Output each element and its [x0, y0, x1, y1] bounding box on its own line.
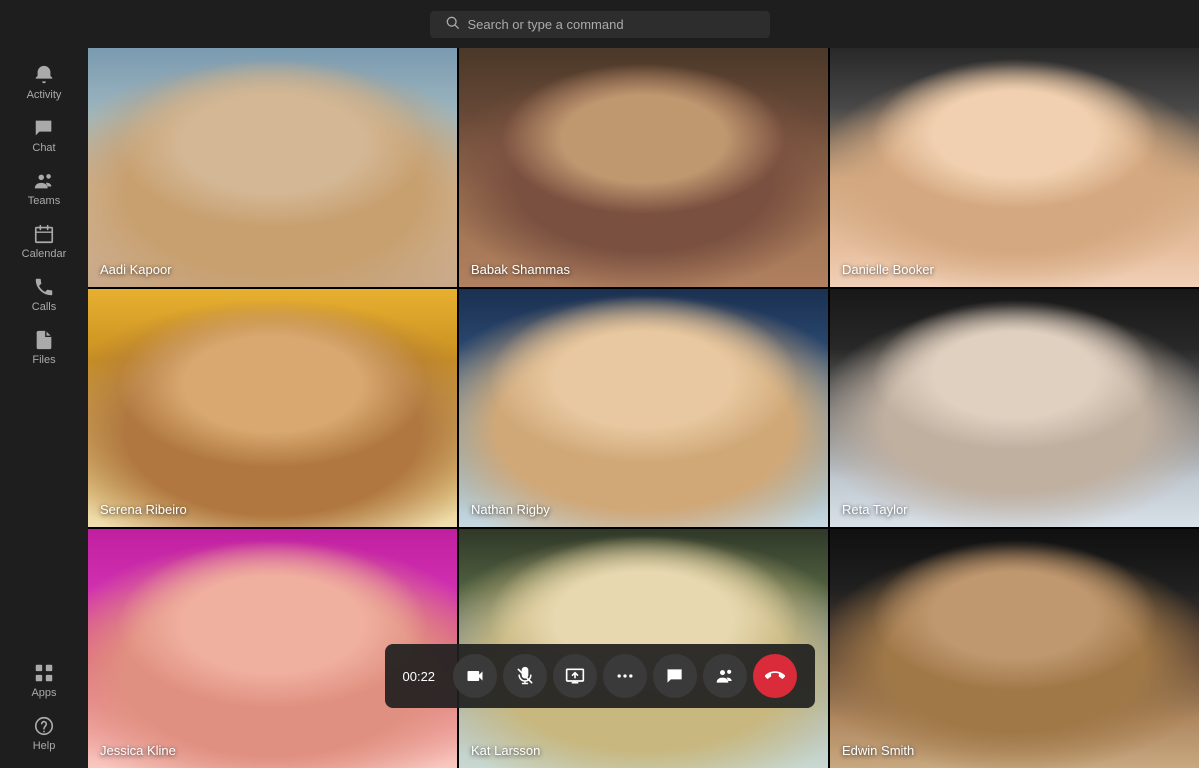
participant-name-8: Kat Larsson — [471, 743, 540, 758]
sidebar-item-teams[interactable]: Teams — [0, 162, 88, 215]
participant-photo-1 — [88, 48, 457, 287]
participant-name-5: Nathan Rigby — [471, 502, 550, 517]
more-options-icon — [615, 666, 635, 686]
video-cell-5: Nathan Rigby — [459, 289, 828, 528]
video-icon — [465, 666, 485, 686]
sidebar-label-files: Files — [32, 354, 55, 366]
sidebar-label-teams: Teams — [28, 195, 60, 207]
end-call-button[interactable] — [753, 654, 797, 698]
participant-photo-2 — [459, 48, 828, 287]
call-controls-bar: 00:22 — [385, 644, 815, 708]
sidebar-item-chat[interactable]: Chat — [0, 109, 88, 162]
meeting-chat-button[interactable] — [653, 654, 697, 698]
apps-icon — [33, 662, 55, 684]
sidebar-label-chat: Chat — [32, 142, 55, 154]
video-cell-9: Edwin Smith — [830, 529, 1199, 768]
video-cell-6: Reta Taylor — [830, 289, 1199, 528]
sidebar-item-files[interactable]: Files — [0, 321, 88, 374]
participant-name-4: Serena Ribeiro — [100, 502, 187, 517]
video-toggle-button[interactable] — [453, 654, 497, 698]
microphone-mute-icon — [515, 666, 535, 686]
teams-icon — [33, 170, 55, 192]
call-timer: 00:22 — [403, 669, 439, 684]
participant-name-2: Babak Shammas — [471, 262, 570, 277]
sidebar-item-apps[interactable]: Apps — [0, 654, 88, 707]
sidebar-item-calendar[interactable]: Calendar — [0, 215, 88, 268]
top-bar: Search or type a command — [0, 0, 1199, 48]
participants-button[interactable] — [703, 654, 747, 698]
search-icon — [446, 16, 460, 33]
video-cell-3: Danielle Booker — [830, 48, 1199, 287]
video-cell-4: Serena Ribeiro — [88, 289, 457, 528]
participant-photo-3 — [830, 48, 1199, 287]
participant-photo-4 — [88, 289, 457, 528]
sidebar-label-calls: Calls — [32, 301, 56, 313]
help-icon — [33, 715, 55, 737]
mute-button[interactable] — [503, 654, 547, 698]
search-box[interactable]: Search or type a command — [430, 11, 770, 38]
participant-name-9: Edwin Smith — [842, 743, 914, 758]
sidebar-label-help: Help — [33, 740, 56, 752]
sidebar-label-apps: Apps — [31, 687, 56, 699]
sidebar-item-activity[interactable]: Activity — [0, 56, 88, 109]
bell-icon — [33, 64, 55, 86]
video-cell-2: Babak Shammas — [459, 48, 828, 287]
sidebar-bottom: Apps Help — [0, 654, 88, 760]
calendar-icon — [33, 223, 55, 245]
sidebar-label-activity: Activity — [27, 89, 62, 101]
participant-name-1: Aadi Kapoor — [100, 262, 172, 277]
search-placeholder: Search or type a command — [468, 17, 624, 32]
sidebar: Activity Chat Teams Calendar Calls — [0, 48, 88, 768]
participant-name-3: Danielle Booker — [842, 262, 934, 277]
hangup-icon — [765, 666, 785, 686]
share-screen-icon — [565, 666, 585, 686]
sidebar-item-help[interactable]: Help — [0, 707, 88, 760]
share-screen-button[interactable] — [553, 654, 597, 698]
files-icon — [33, 329, 55, 351]
participant-photo-5 — [459, 289, 828, 528]
meeting-chat-icon — [665, 666, 685, 686]
chat-icon — [33, 117, 55, 139]
participant-name-6: Reta Taylor — [842, 502, 908, 517]
video-cell-1: Aadi Kapoor — [88, 48, 457, 287]
participants-icon — [715, 666, 735, 686]
sidebar-label-calendar: Calendar — [22, 248, 67, 260]
phone-icon — [33, 276, 55, 298]
participant-photo-9 — [830, 529, 1199, 768]
participant-photo-6 — [830, 289, 1199, 528]
participant-name-7: Jessica Kline — [100, 743, 176, 758]
sidebar-item-calls[interactable]: Calls — [0, 268, 88, 321]
more-options-button[interactable] — [603, 654, 647, 698]
